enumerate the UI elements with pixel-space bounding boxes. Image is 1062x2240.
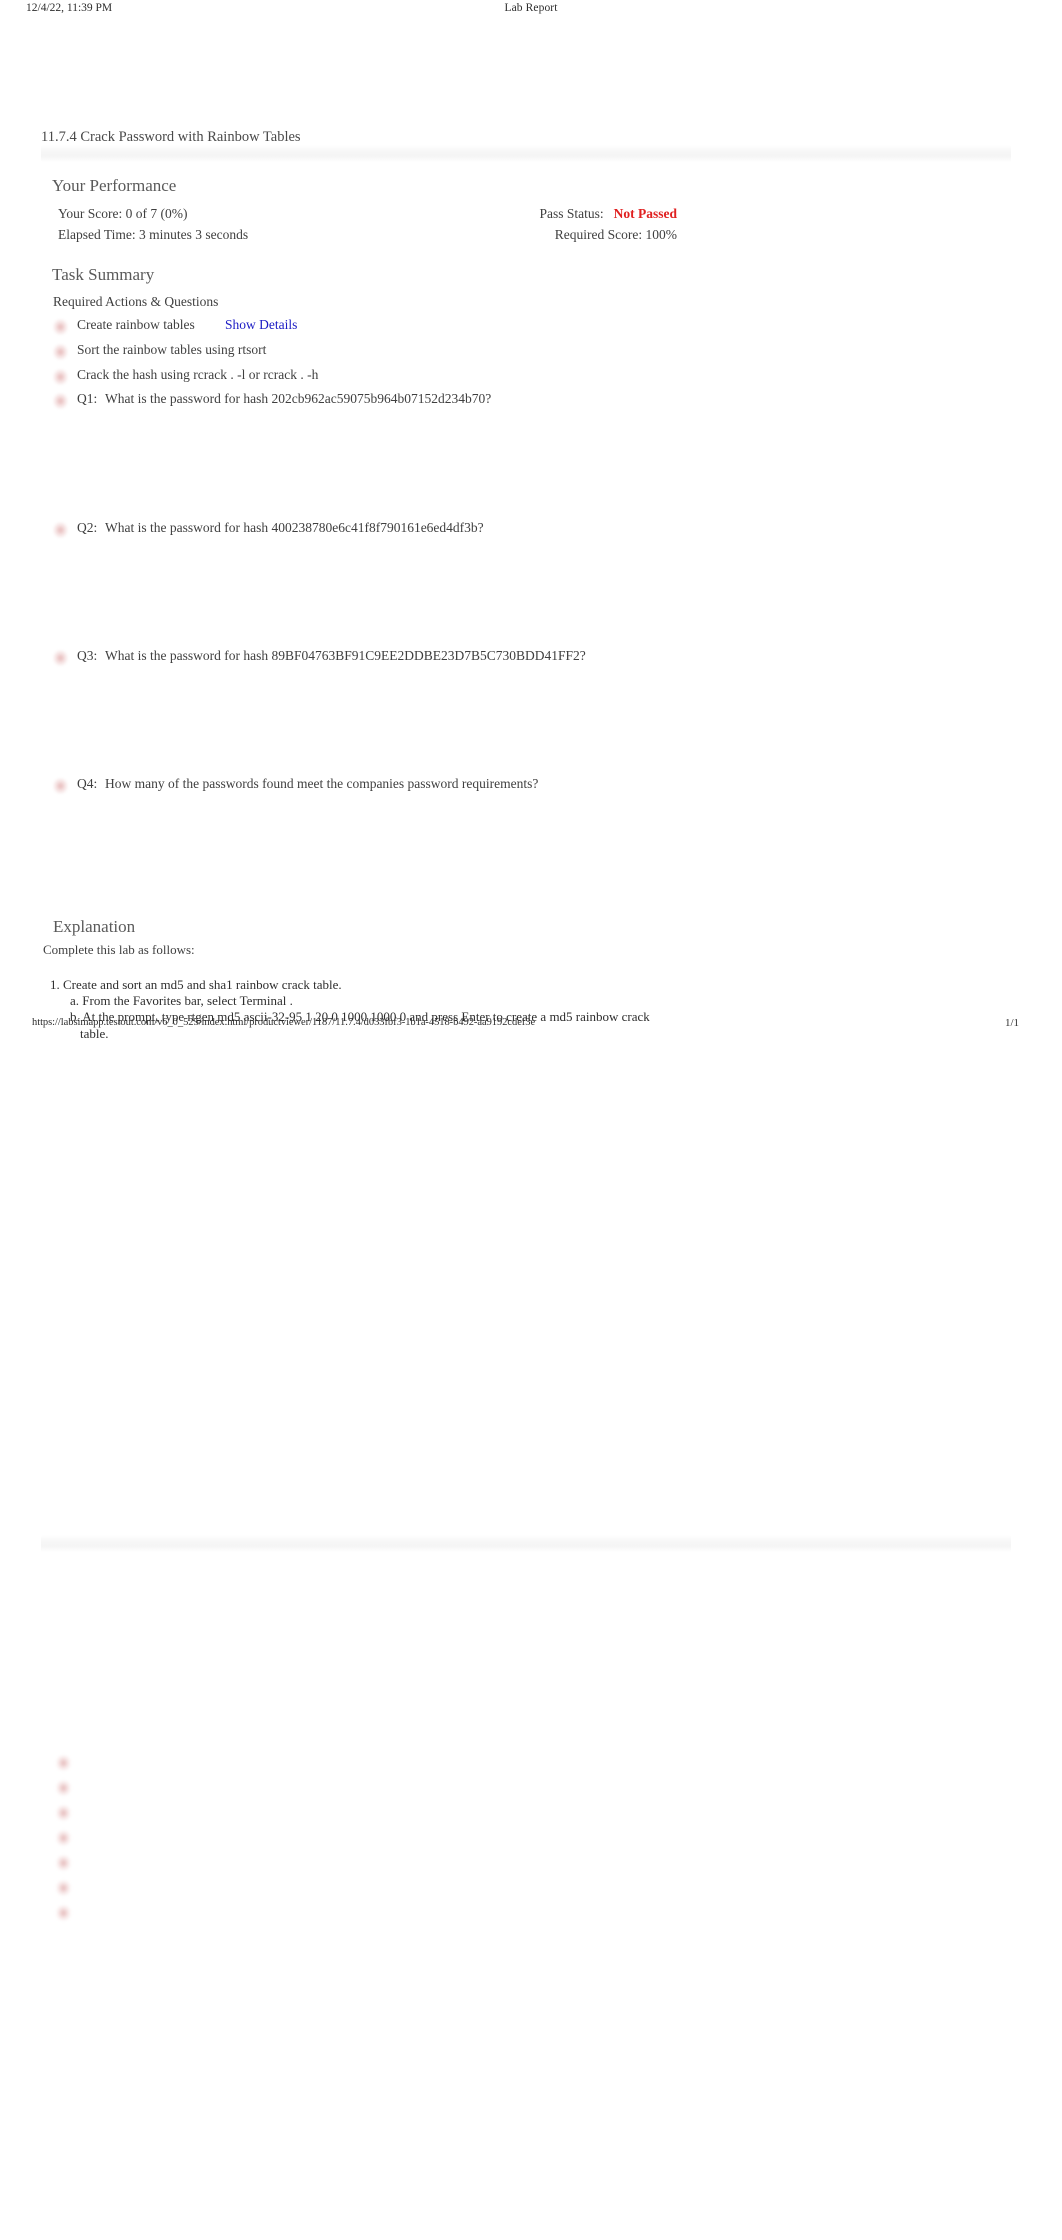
- status-incorrect-icon: [53, 344, 68, 360]
- status-incorrect-icon: [56, 1880, 71, 1896]
- explanation-heading: Explanation: [53, 917, 136, 936]
- footer-page-number: 1/1: [1004, 1017, 1019, 1029]
- task-label: Sort the rainbow tables using rtsort: [77, 342, 267, 357]
- task-label: Q3: What is the password for hash 89BF047…: [77, 648, 586, 664]
- status-incorrect-icon: [53, 650, 68, 666]
- pass-status-row: Pass Status: Not Passed: [539, 206, 677, 222]
- task-label: Q4: How many of the passwords found meet …: [77, 776, 538, 792]
- required-actions-subheading: Required Actions & Questions: [53, 294, 219, 309]
- status-incorrect-icon: [53, 369, 68, 385]
- status-badge: Not Passed: [613, 206, 677, 221]
- status-incorrect-icon: [56, 1855, 71, 1871]
- status-incorrect-icon: [53, 778, 68, 794]
- status-incorrect-icon: [56, 1755, 71, 1771]
- explanation-step-1b-continued: table.: [80, 1026, 109, 1041]
- explanation-step-1a: a. From the Favorites bar, select Termin…: [70, 993, 293, 1008]
- question-prefix: Q1:: [77, 391, 98, 406]
- question-prefix: Q2:: [77, 520, 98, 535]
- your-performance-heading: Your Performance: [52, 176, 177, 195]
- status-incorrect-icon: [56, 1805, 71, 1821]
- explanation-step-1: 1. Create and sort an md5 and sha1 rainb…: [50, 977, 342, 992]
- task-label: Q1: What is the password for hash 202cb96…: [77, 391, 491, 407]
- status-incorrect-icon: [53, 319, 68, 335]
- print-header: 12/4/22, 11:39 PM Lab Report: [0, 0, 1062, 22]
- question-text: What is the password for hash 202cb962ac…: [105, 391, 492, 406]
- page-2-divider: [41, 1535, 1011, 1552]
- elapsed-time-value: Elapsed Time: 3 minutes 3 seconds: [58, 227, 249, 242]
- required-score-value: Required Score: 100%: [554, 227, 677, 242]
- question-prefix: Q3:: [77, 648, 98, 663]
- status-incorrect-icon: [53, 522, 68, 538]
- pass-status-label: Pass Status:: [539, 206, 604, 221]
- question-prefix: Q4:: [77, 776, 98, 791]
- section-divider: [41, 145, 1011, 162]
- task-summary-heading: Task Summary: [52, 265, 155, 284]
- question-text: What is the password for hash 89BF04763B…: [105, 648, 586, 663]
- status-incorrect-icon: [53, 393, 68, 409]
- status-incorrect-icon: [56, 1780, 71, 1796]
- question-text: How many of the passwords found meet the…: [105, 776, 539, 791]
- explanation-intro: Complete this lab as follows:: [43, 942, 195, 957]
- task-label: Create rainbow tables: [77, 317, 195, 332]
- print-doc-title: Lab Report: [504, 2, 558, 14]
- question-text: What is the password for hash 400238780e…: [105, 520, 484, 535]
- page-title: 11.7.4 Crack Password with Rainbow Table…: [41, 129, 301, 145]
- task-label: Crack the hash using rcrack . -l or rcra…: [77, 367, 319, 382]
- task-label: Q2: What is the password for hash 4002387…: [77, 520, 484, 536]
- status-incorrect-icon: [56, 1905, 71, 1921]
- status-incorrect-icon: [56, 1830, 71, 1846]
- your-score-value: Your Score: 0 of 7 (0%): [58, 206, 188, 221]
- lab-report-page: 12/4/22, 11:39 PM Lab Report 11.7.4 Crac…: [0, 0, 1062, 2240]
- show-details-link[interactable]: Show Details: [225, 317, 297, 333]
- footer-url: https://labsimapp.testout.com/v6_0_525/i…: [32, 1017, 536, 1028]
